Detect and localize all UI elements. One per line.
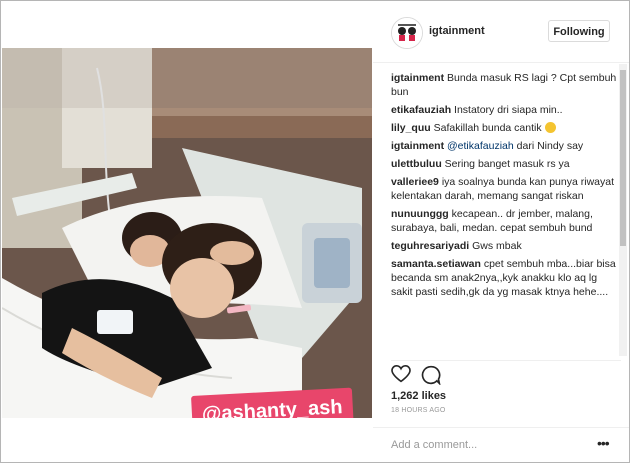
add-comment-input[interactable] [391, 436, 581, 454]
post-actions [391, 360, 621, 388]
comment-username[interactable]: ulettbuluu [391, 158, 442, 170]
comment-item: etikafauziah Instatory dri siapa min.. [391, 103, 619, 117]
post-photo[interactable]: @ashanty_ash [2, 48, 372, 418]
comment-item: igtainment Bunda masuk RS lagi ? Cpt sem… [391, 71, 619, 99]
comment-bubble-icon[interactable] [421, 365, 441, 388]
post-window: @ashanty_ash igtainment Following igtain… [0, 0, 630, 463]
add-comment-bar: ••• [373, 427, 629, 462]
comment-text: dari Nindy say [516, 140, 584, 152]
comment-username[interactable]: teguhresariyadi [391, 240, 469, 252]
comment-item: lily_quu Safakillah bunda cantik [391, 121, 619, 135]
comment-list: igtainment Bunda masuk RS lagi ? Cpt sem… [391, 71, 619, 354]
likes-count[interactable]: 1,262 likes [391, 390, 446, 402]
comment-username[interactable]: valleriee9 [391, 176, 439, 188]
comment-text: Safakillah bunda cantik [433, 122, 542, 134]
comment-item: igtainment @etikafauziah dari Nindy say [391, 139, 619, 153]
comment-username[interactable]: etikafauziah [391, 104, 451, 116]
comment-item: valleriee9 iya soalnya bunda kan punya r… [391, 175, 619, 203]
comment-item: teguhresariyadi Gws mbak [391, 239, 619, 253]
hospital-photo-illustration [2, 48, 372, 418]
comment-text: Gws mbak [472, 240, 522, 252]
comment-username[interactable]: nunuunggg [391, 208, 449, 220]
comment-username[interactable]: igtainment [391, 72, 444, 84]
account-avatar[interactable] [391, 17, 423, 49]
post-header: igtainment Following [373, 2, 629, 63]
comment-item: nunuunggg kecapean.. dr jember, malang, … [391, 207, 619, 235]
comment-item: samanta.setiawan cpet sembuh mba...biar … [391, 257, 619, 299]
avatar-logo-icon [392, 18, 422, 48]
comment-username[interactable]: lily_quu [391, 122, 431, 134]
following-button[interactable]: Following [548, 20, 610, 42]
comment-username[interactable]: igtainment [391, 140, 444, 152]
smiley-emoji-icon [544, 122, 556, 133]
ellipsis-icon[interactable]: ••• [597, 435, 610, 451]
scrollbar-thumb[interactable] [620, 70, 626, 246]
comment-text: Sering banget masuk rs ya [444, 158, 570, 170]
heart-outline-icon[interactable] [391, 364, 411, 386]
comment-mention-link[interactable]: @etikafauziah [447, 140, 514, 152]
comment-item: ulettbuluu Sering banget masuk rs ya [391, 157, 619, 171]
post-username[interactable]: igtainment [429, 25, 485, 37]
comments-scrollbar[interactable] [619, 64, 627, 356]
comment-username[interactable]: samanta.setiawan [391, 258, 481, 270]
comment-text: Instatory dri siapa min.. [454, 104, 563, 116]
post-timestamp: 18 HOURS AGO [391, 407, 446, 414]
post-sidebar: igtainment Following igtainment Bunda ma… [373, 2, 629, 462]
